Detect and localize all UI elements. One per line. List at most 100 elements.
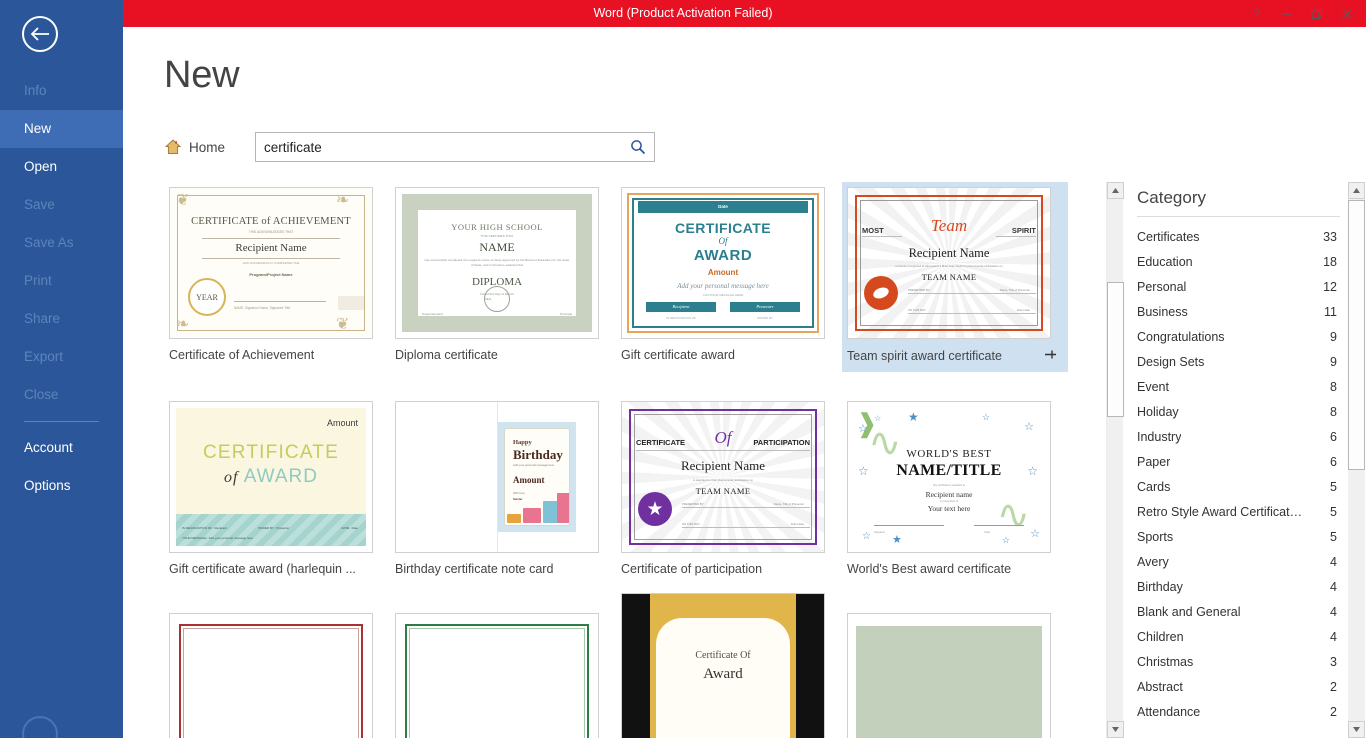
help-icon[interactable]: ?	[1242, 0, 1272, 27]
template-caption: World's Best award certificate	[847, 562, 1012, 576]
category-row[interactable]: Cards 5	[1137, 474, 1345, 499]
template-thumbnail[interactable]: ❦ ❧ ❧ ❦ CERTIFICATE of ACHIEVEMENT THIS …	[169, 187, 373, 339]
thumb-name: NAME	[479, 240, 515, 254]
template-tile[interactable]: ❱ ☆ ☆ ★ ☆ ☆ ☆ ☆ ☆ ★ ☆ ☆ ∿ ∿ WORLD'S BEST…	[842, 396, 1068, 584]
category-name: Birthday	[1137, 579, 1183, 594]
search-box[interactable]	[255, 132, 656, 162]
sidebar-item-options[interactable]: Options	[0, 467, 123, 505]
sidebar-item-save-as: Save As	[0, 224, 123, 262]
template-tile[interactable]: Certificate Of Award	[616, 593, 842, 738]
sidebar-item-open[interactable]: Open	[0, 148, 123, 186]
category-row[interactable]: Paper 6	[1137, 449, 1345, 474]
template-thumbnail[interactable]	[847, 613, 1051, 738]
category-row[interactable]: Holiday 8	[1137, 399, 1345, 424]
template-caption: Gift certificate award	[621, 348, 735, 362]
category-row[interactable]: Sports 5	[1137, 524, 1345, 549]
template-thumbnail[interactable]: Amount CERTIFICATE of AWARD IN RECOGNITI…	[169, 401, 373, 553]
template-tile[interactable]: Date CERTIFICATE Of AWARD Amount Add you…	[616, 182, 842, 372]
template-thumbnail[interactable]: Date CERTIFICATE Of AWARD Amount Add you…	[621, 187, 825, 339]
thumb-presenter: Name, Title of Presenter	[773, 502, 804, 506]
template-thumbnail[interactable]: Certificate Of Award	[621, 593, 825, 738]
template-caption-row: Diploma certificate	[390, 339, 616, 370]
template-tile[interactable]	[390, 608, 616, 738]
thumb-school: YOUR HIGH SCHOOL	[451, 222, 543, 232]
category-row[interactable]: Industry 6	[1137, 424, 1345, 449]
category-row[interactable]: Birthday 4	[1137, 574, 1345, 599]
sidebar-item-info: Info	[0, 72, 123, 110]
thumb-birthday: Birthday	[513, 447, 563, 462]
template-caption: Gift certificate award (harlequin ...	[169, 562, 356, 576]
template-tile[interactable]: ❦ ❧ ❧ ❦ CERTIFICATE of ACHIEVEMENT THIS …	[164, 182, 390, 372]
thumb-recog: IN RECOGNITION OF : Recipient	[182, 526, 228, 530]
template-thumbnail[interactable]	[395, 613, 599, 738]
template-thumbnail[interactable]: ❱ ☆ ☆ ★ ☆ ☆ ☆ ☆ ☆ ★ ☆ ☆ ∿ ∿ WORLD'S BEST…	[847, 401, 1051, 553]
template-thumbnail[interactable]: YOUR HIGH SCHOOL THIS CERTIFIES THAT NAM…	[395, 187, 599, 339]
category-row[interactable]: Abstract 2	[1137, 674, 1345, 699]
template-thumbnail[interactable]	[169, 613, 373, 738]
sidebar-divider	[24, 421, 99, 422]
scrollbar-thumb[interactable]	[1107, 282, 1124, 417]
thumb-art: Date CERTIFICATE Of AWARD Amount Add you…	[622, 188, 824, 338]
template-caption: Certificate of Achievement	[169, 348, 315, 362]
thumb-date: Enter date	[791, 522, 804, 526]
thumb-art: YOUR HIGH SCHOOL THIS CERTIFIES THAT NAM…	[396, 188, 598, 338]
category-row[interactable]: Education 18	[1137, 249, 1345, 274]
template-tile[interactable]	[842, 608, 1068, 738]
category-row[interactable]: Event 8	[1137, 374, 1345, 399]
category-name: Event	[1137, 379, 1169, 394]
thumb-sender: Sender	[513, 497, 523, 501]
restore-icon[interactable]	[1302, 0, 1332, 27]
thumb-art	[848, 614, 1050, 738]
category-row[interactable]: Attendance 2	[1137, 699, 1345, 724]
category-row[interactable]: Avery 4	[1137, 549, 1345, 574]
template-caption: Certificate of participation	[621, 562, 763, 576]
category-row[interactable]: Congratulations 9	[1137, 324, 1345, 349]
thumb-most: MOST	[862, 226, 884, 235]
home-link[interactable]: Home	[164, 138, 225, 156]
category-row[interactable]: Retro Style Award Certificates... 5	[1137, 499, 1345, 524]
category-row[interactable]: Design Sets 9	[1137, 349, 1345, 374]
category-name: Congratulations	[1137, 329, 1225, 344]
category-name: Christmas	[1137, 654, 1194, 669]
template-tile[interactable]: Amount CERTIFICATE of AWARD IN RECOGNITI…	[164, 396, 390, 584]
template-tile[interactable]: Happy Birthday Add your personal message…	[390, 396, 616, 584]
category-row[interactable]: Certificates 33	[1137, 224, 1345, 249]
category-scroll-up-icon[interactable]	[1348, 182, 1365, 199]
template-tile[interactable]: Team MOST SPIRIT Recipient Name is hereb…	[842, 182, 1068, 372]
category-count: 4	[1330, 579, 1337, 594]
sidebar-item-label: Export	[24, 349, 64, 364]
scroll-up-icon[interactable]	[1107, 182, 1124, 199]
sidebar-item-print: Print	[0, 262, 123, 300]
category-row[interactable]: Business 11	[1137, 299, 1345, 324]
category-scrollbar-thumb[interactable]	[1348, 200, 1365, 470]
template-tile[interactable]: Of CERTIFICATE PARTICIPATION Recipient N…	[616, 396, 842, 584]
search-input[interactable]	[256, 133, 623, 161]
search-icon[interactable]	[622, 133, 654, 161]
sidebar-item-new[interactable]: New	[0, 110, 123, 148]
category-row[interactable]: Christmas 3	[1137, 649, 1345, 674]
thumb-line2: Award	[703, 666, 743, 682]
category-row[interactable]: Blank and General 4	[1137, 599, 1345, 624]
category-scrollbar[interactable]	[1348, 182, 1365, 738]
template-thumbnail[interactable]: Team MOST SPIRIT Recipient Name is hereb…	[847, 187, 1051, 339]
category-name: Attendance	[1137, 704, 1201, 719]
template-thumbnail[interactable]: Of CERTIFICATE PARTICIPATION Recipient N…	[621, 401, 825, 553]
template-grid-viewport: ❦ ❧ ❧ ❦ CERTIFICATE of ACHIEVEMENT THIS …	[164, 182, 1126, 738]
category-row[interactable]: Personal 12	[1137, 274, 1345, 299]
template-scrollbar[interactable]	[1106, 182, 1124, 738]
template-tile[interactable]: YOUR HIGH SCHOOL THIS CERTIFIES THAT NAM…	[390, 182, 616, 372]
category-count: 9	[1330, 329, 1337, 344]
word-backstage-new-screen: Info New Open Save Save As Print Share Export Cl…	[0, 0, 1366, 738]
minimize-icon[interactable]	[1272, 0, 1302, 27]
template-thumbnail[interactable]: Happy Birthday Add your personal message…	[395, 401, 599, 553]
category-row[interactable]: Children 4	[1137, 624, 1345, 649]
category-count: 11	[1324, 304, 1337, 319]
scroll-down-icon[interactable]	[1107, 721, 1124, 738]
template-tile[interactable]	[164, 608, 390, 738]
pin-icon[interactable]	[1044, 348, 1057, 364]
category-scroll-down-icon[interactable]	[1348, 721, 1365, 738]
back-arrow-icon[interactable]	[22, 16, 58, 52]
close-icon[interactable]	[1332, 0, 1362, 27]
home-label: Home	[189, 139, 226, 155]
sidebar-item-account[interactable]: Account	[0, 429, 123, 467]
